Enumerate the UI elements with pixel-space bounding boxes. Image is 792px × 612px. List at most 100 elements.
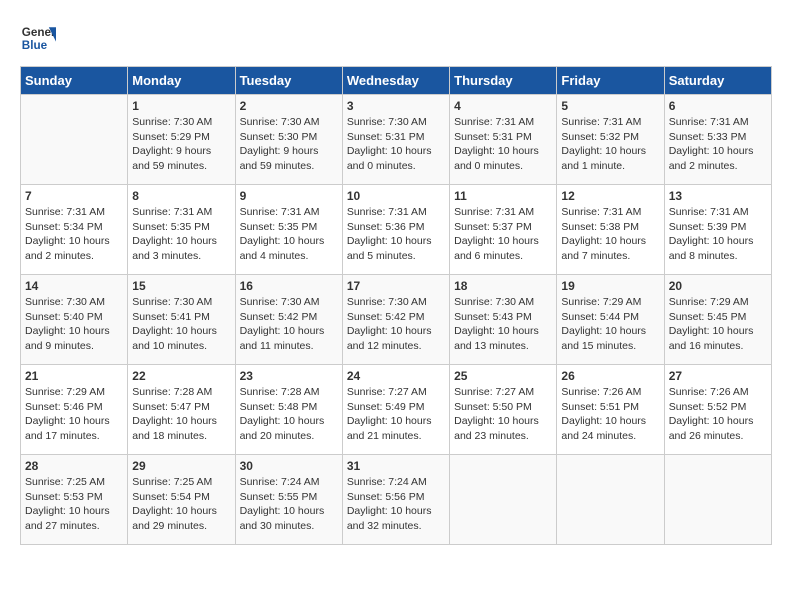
cell-content: Sunrise: 7:31 AM Sunset: 5:31 PM Dayligh… <box>454 115 552 174</box>
cell-content: Sunrise: 7:30 AM Sunset: 5:29 PM Dayligh… <box>132 115 230 174</box>
calendar-cell: 21 Sunrise: 7:29 AM Sunset: 5:46 PM Dayli… <box>21 365 128 455</box>
day-number: 11 <box>454 189 552 203</box>
calendar-cell: 13 Sunrise: 7:31 AM Sunset: 5:39 PM Dayli… <box>664 185 771 275</box>
col-header-monday: Monday <box>128 67 235 95</box>
cell-content: Sunrise: 7:31 AM Sunset: 5:34 PM Dayligh… <box>25 205 123 264</box>
calendar-cell: 18 Sunrise: 7:30 AM Sunset: 5:43 PM Dayli… <box>450 275 557 365</box>
cell-content: Sunrise: 7:31 AM Sunset: 5:36 PM Dayligh… <box>347 205 445 264</box>
cell-content: Sunrise: 7:31 AM Sunset: 5:38 PM Dayligh… <box>561 205 659 264</box>
col-header-friday: Friday <box>557 67 664 95</box>
cell-content: Sunrise: 7:30 AM Sunset: 5:41 PM Dayligh… <box>132 295 230 354</box>
calendar-cell: 3Sunrise: 7:30 AM Sunset: 5:31 PM Daylig… <box>342 95 449 185</box>
cell-content: Sunrise: 7:27 AM Sunset: 5:49 PM Dayligh… <box>347 385 445 444</box>
cell-content: Sunrise: 7:27 AM Sunset: 5:50 PM Dayligh… <box>454 385 552 444</box>
cell-content: Sunrise: 7:24 AM Sunset: 5:56 PM Dayligh… <box>347 475 445 534</box>
calendar-cell: 14 Sunrise: 7:30 AM Sunset: 5:40 PM Dayli… <box>21 275 128 365</box>
day-number: 30 <box>240 459 338 473</box>
calendar-cell: 25 Sunrise: 7:27 AM Sunset: 5:50 PM Dayli… <box>450 365 557 455</box>
col-header-thursday: Thursday <box>450 67 557 95</box>
calendar-cell: 16 Sunrise: 7:30 AM Sunset: 5:42 PM Dayli… <box>235 275 342 365</box>
cell-content: Sunrise: 7:31 AM Sunset: 5:35 PM Dayligh… <box>240 205 338 264</box>
calendar-cell: 30 Sunrise: 7:24 AM Sunset: 5:55 PM Dayli… <box>235 455 342 545</box>
col-header-saturday: Saturday <box>664 67 771 95</box>
calendar-cell: 6 Sunrise: 7:31 AM Sunset: 5:33 PM Daylig… <box>664 95 771 185</box>
logo: General Blue <box>20 20 56 56</box>
day-number: 22 <box>132 369 230 383</box>
calendar-cell: 24Sunrise: 7:27 AM Sunset: 5:49 PM Dayli… <box>342 365 449 455</box>
cell-content: Sunrise: 7:28 AM Sunset: 5:47 PM Dayligh… <box>132 385 230 444</box>
cell-content: Sunrise: 7:31 AM Sunset: 5:32 PM Dayligh… <box>561 115 659 174</box>
day-number: 18 <box>454 279 552 293</box>
day-number: 5 <box>561 99 659 113</box>
day-number: 17 <box>347 279 445 293</box>
day-number: 29 <box>132 459 230 473</box>
calendar-cell: 19 Sunrise: 7:29 AM Sunset: 5:44 PM Dayli… <box>557 275 664 365</box>
cell-content: Sunrise: 7:31 AM Sunset: 5:35 PM Dayligh… <box>132 205 230 264</box>
day-number: 8 <box>132 189 230 203</box>
page-header: General Blue <box>20 20 772 56</box>
cell-content: Sunrise: 7:26 AM Sunset: 5:51 PM Dayligh… <box>561 385 659 444</box>
week-row-3: 21 Sunrise: 7:29 AM Sunset: 5:46 PM Dayli… <box>21 365 772 455</box>
calendar-cell: 15 Sunrise: 7:30 AM Sunset: 5:41 PM Dayli… <box>128 275 235 365</box>
cell-content: Sunrise: 7:29 AM Sunset: 5:45 PM Dayligh… <box>669 295 767 354</box>
day-number: 23 <box>240 369 338 383</box>
calendar-cell: 20 Sunrise: 7:29 AM Sunset: 5:45 PM Dayli… <box>664 275 771 365</box>
day-number: 16 <box>240 279 338 293</box>
day-number: 25 <box>454 369 552 383</box>
cell-content: Sunrise: 7:31 AM Sunset: 5:39 PM Dayligh… <box>669 205 767 264</box>
day-number: 13 <box>669 189 767 203</box>
week-row-2: 14 Sunrise: 7:30 AM Sunset: 5:40 PM Dayli… <box>21 275 772 365</box>
day-number: 2 <box>240 99 338 113</box>
calendar-cell: 23Sunrise: 7:28 AM Sunset: 5:48 PM Dayli… <box>235 365 342 455</box>
cell-content: Sunrise: 7:25 AM Sunset: 5:54 PM Dayligh… <box>132 475 230 534</box>
cell-content: Sunrise: 7:29 AM Sunset: 5:44 PM Dayligh… <box>561 295 659 354</box>
cell-content: Sunrise: 7:30 AM Sunset: 5:42 PM Dayligh… <box>240 295 338 354</box>
calendar-cell: 8 Sunrise: 7:31 AM Sunset: 5:35 PM Daylig… <box>128 185 235 275</box>
calendar-cell: 4 Sunrise: 7:31 AM Sunset: 5:31 PM Daylig… <box>450 95 557 185</box>
day-number: 19 <box>561 279 659 293</box>
cell-content: Sunrise: 7:24 AM Sunset: 5:55 PM Dayligh… <box>240 475 338 534</box>
calendar-cell: 2 Sunrise: 7:30 AM Sunset: 5:30 PM Daylig… <box>235 95 342 185</box>
cell-content: Sunrise: 7:30 AM Sunset: 5:43 PM Dayligh… <box>454 295 552 354</box>
cell-content: Sunrise: 7:29 AM Sunset: 5:46 PM Dayligh… <box>25 385 123 444</box>
day-number: 10 <box>347 189 445 203</box>
cell-content: Sunrise: 7:30 AM Sunset: 5:31 PM Dayligh… <box>347 115 445 174</box>
day-number: 14 <box>25 279 123 293</box>
day-number: 31 <box>347 459 445 473</box>
calendar-cell: 10 Sunrise: 7:31 AM Sunset: 5:36 PM Dayli… <box>342 185 449 275</box>
cell-content: Sunrise: 7:25 AM Sunset: 5:53 PM Dayligh… <box>25 475 123 534</box>
day-number: 1 <box>132 99 230 113</box>
calendar-cell: 22 Sunrise: 7:28 AM Sunset: 5:47 PM Dayli… <box>128 365 235 455</box>
calendar-table: SundayMondayTuesdayWednesdayThursdayFrid… <box>20 66 772 545</box>
day-number: 26 <box>561 369 659 383</box>
calendar-cell: 31 Sunrise: 7:24 AM Sunset: 5:56 PM Dayli… <box>342 455 449 545</box>
calendar-cell: 9 Sunrise: 7:31 AM Sunset: 5:35 PM Daylig… <box>235 185 342 275</box>
day-number: 6 <box>669 99 767 113</box>
calendar-cell: 5 Sunrise: 7:31 AM Sunset: 5:32 PM Daylig… <box>557 95 664 185</box>
week-row-4: 28 Sunrise: 7:25 AM Sunset: 5:53 PM Dayli… <box>21 455 772 545</box>
calendar-cell: 29 Sunrise: 7:25 AM Sunset: 5:54 PM Dayli… <box>128 455 235 545</box>
day-number: 27 <box>669 369 767 383</box>
week-row-1: 7Sunrise: 7:31 AM Sunset: 5:34 PM Daylig… <box>21 185 772 275</box>
col-header-wednesday: Wednesday <box>342 67 449 95</box>
day-number: 28 <box>25 459 123 473</box>
day-number: 21 <box>25 369 123 383</box>
calendar-cell: 28 Sunrise: 7:25 AM Sunset: 5:53 PM Dayli… <box>21 455 128 545</box>
calendar-cell: 17Sunrise: 7:30 AM Sunset: 5:42 PM Dayli… <box>342 275 449 365</box>
calendar-cell <box>664 455 771 545</box>
day-number: 12 <box>561 189 659 203</box>
cell-content: Sunrise: 7:31 AM Sunset: 5:33 PM Dayligh… <box>669 115 767 174</box>
calendar-cell: 11 Sunrise: 7:31 AM Sunset: 5:37 PM Dayli… <box>450 185 557 275</box>
cell-content: Sunrise: 7:30 AM Sunset: 5:30 PM Dayligh… <box>240 115 338 174</box>
day-number: 9 <box>240 189 338 203</box>
col-header-sunday: Sunday <box>21 67 128 95</box>
calendar-cell: 27Sunrise: 7:26 AM Sunset: 5:52 PM Dayli… <box>664 365 771 455</box>
col-header-tuesday: Tuesday <box>235 67 342 95</box>
cell-content: Sunrise: 7:30 AM Sunset: 5:40 PM Dayligh… <box>25 295 123 354</box>
week-row-0: 1 Sunrise: 7:30 AM Sunset: 5:29 PM Daylig… <box>21 95 772 185</box>
cell-content: Sunrise: 7:31 AM Sunset: 5:37 PM Dayligh… <box>454 205 552 264</box>
day-number: 4 <box>454 99 552 113</box>
day-number: 15 <box>132 279 230 293</box>
day-number: 20 <box>669 279 767 293</box>
calendar-cell: 12 Sunrise: 7:31 AM Sunset: 5:38 PM Dayli… <box>557 185 664 275</box>
